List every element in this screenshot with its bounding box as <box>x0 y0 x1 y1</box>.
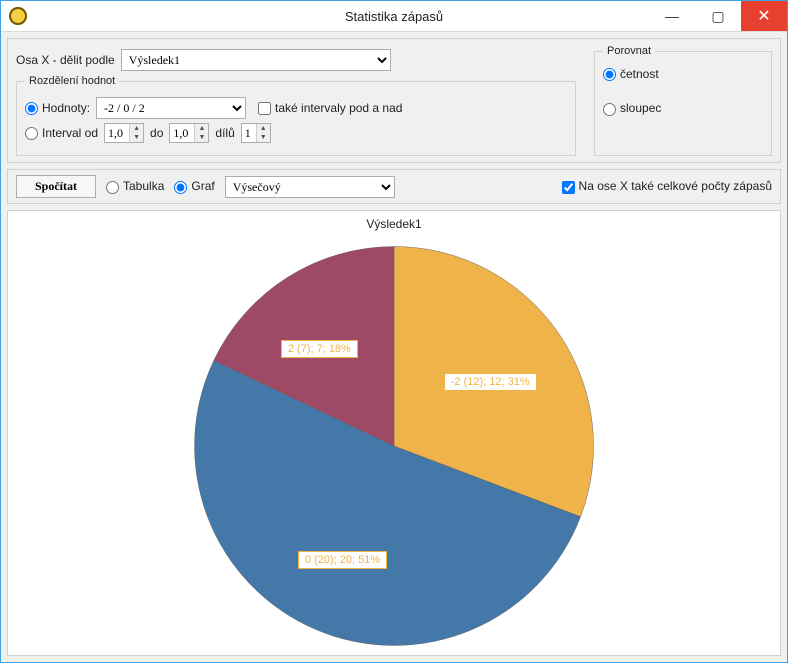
window-buttons: — ▢ ✕ <box>649 1 787 31</box>
close-button[interactable]: ✕ <box>741 1 787 31</box>
pie-slice-label: 0 (20); 20; 51% <box>298 551 387 569</box>
sloupec-radio-label[interactable]: sloupec <box>603 101 661 115</box>
tabulka-radio[interactable] <box>106 181 119 194</box>
pie-slice-label: 2 (7); 7; 18% <box>281 340 358 358</box>
cetnost-radio[interactable] <box>603 68 616 81</box>
sloupec-radio[interactable] <box>603 103 616 116</box>
pie-slice-label: -2 (12); 12; 31% <box>444 373 537 391</box>
interval-radio[interactable] <box>25 127 38 140</box>
porovnat-legend: Porovnat <box>603 45 655 57</box>
interval-od-spin[interactable]: ▲▼ <box>104 123 144 143</box>
pie-chart <box>8 231 780 656</box>
cetnost-radio-label[interactable]: četnost <box>603 67 659 81</box>
app-icon <box>9 7 27 25</box>
take-intervaly-checkbox[interactable] <box>258 102 271 115</box>
toolbar: Spočítat Tabulka Graf Výsečový Na ose X … <box>7 169 781 204</box>
xaxis-label: Osa X - dělit podle <box>16 53 115 67</box>
app-window: Statistika zápasů — ▢ ✕ Osa X - dělit po… <box>0 0 788 663</box>
xaxis-select[interactable]: Výsledek1 <box>121 49 391 71</box>
dilu-spin[interactable]: ▲▼ <box>241 123 271 143</box>
tabulka-radio-label[interactable]: Tabulka <box>106 179 164 193</box>
porovnat-fieldset: Porovnat četnost sloupec <box>594 45 772 156</box>
compute-button[interactable]: Spočítat <box>16 175 96 198</box>
minimize-button[interactable]: — <box>649 1 695 31</box>
rozdeleni-legend: Rozdělení hodnot <box>25 75 119 87</box>
interval-radio-label[interactable]: Interval od <box>25 126 98 140</box>
graf-radio-label[interactable]: Graf <box>174 179 214 193</box>
chart-title: Výsledek1 <box>8 217 780 231</box>
settings-panel: Osa X - dělit podle Výsledek1 Rozdělení … <box>7 38 781 163</box>
take-intervaly-label[interactable]: také intervaly pod a nad <box>258 101 402 115</box>
graf-radio[interactable] <box>174 181 187 194</box>
totals-checkbox-label[interactable]: Na ose X také celkové počty zápasů <box>562 179 772 193</box>
hodnoty-radio-label[interactable]: Hodnoty: <box>25 101 90 115</box>
chart-area: Výsledek1 -2 (12); 12; 31% 0 (20); 20; 51… <box>7 210 781 656</box>
titlebar: Statistika zápasů — ▢ ✕ <box>1 1 787 32</box>
maximize-button[interactable]: ▢ <box>695 1 741 31</box>
rozdeleni-fieldset: Rozdělení hodnot Hodnoty: -2 / 0 / 2 tak… <box>16 75 576 156</box>
totals-checkbox[interactable] <box>562 181 575 194</box>
interval-do-spin[interactable]: ▲▼ <box>169 123 209 143</box>
hodnoty-radio[interactable] <box>25 102 38 115</box>
graf-type-select[interactable]: Výsečový <box>225 176 395 198</box>
hodnoty-select[interactable]: -2 / 0 / 2 <box>96 97 246 119</box>
do-label: do <box>150 126 163 140</box>
dilu-label: dílů <box>215 126 234 140</box>
